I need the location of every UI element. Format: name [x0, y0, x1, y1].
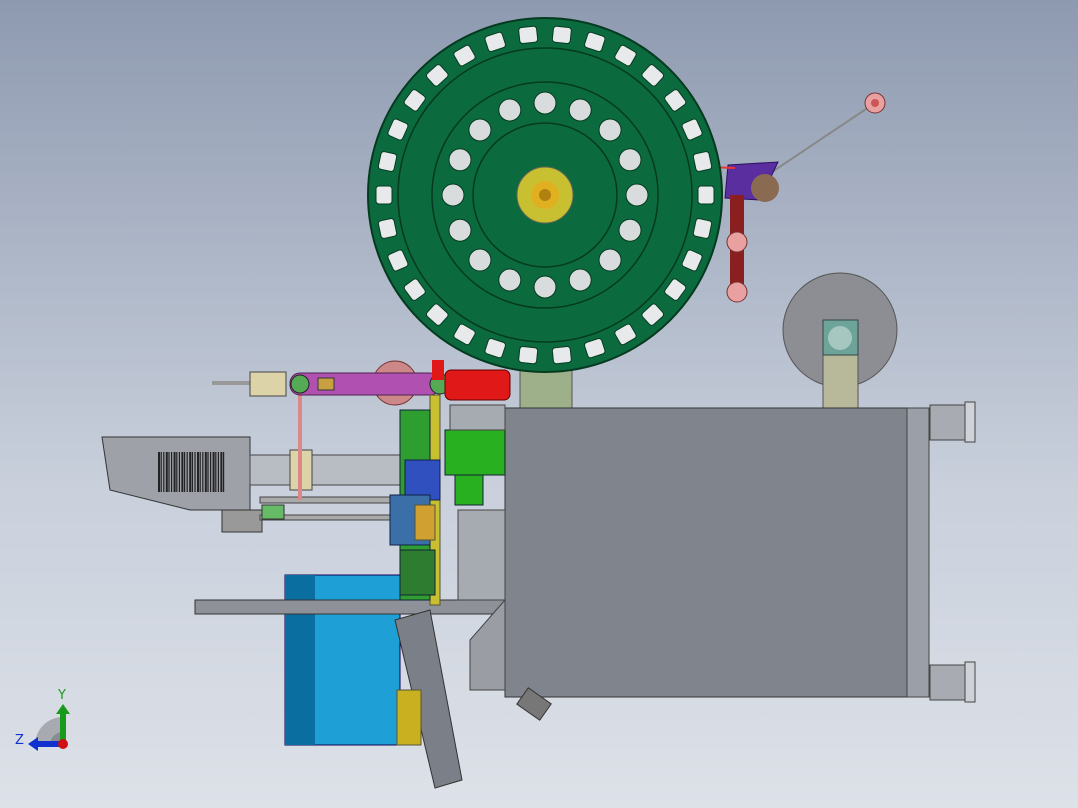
- barcode-bar: [204, 452, 207, 492]
- wheel-slot: [697, 185, 715, 205]
- barcode-bar: [186, 452, 188, 492]
- material-wheel: [367, 17, 723, 411]
- wheel-slot: [375, 185, 393, 205]
- barcode-bar: [160, 452, 162, 492]
- barcode-bar: [171, 452, 173, 492]
- barcode-bar: [197, 452, 199, 492]
- wheel-hole: [618, 218, 642, 242]
- barcode-bar: [189, 452, 192, 492]
- barcode-bar: [163, 452, 165, 492]
- barcode-bar: [194, 452, 196, 492]
- barcode-bar: [178, 452, 180, 492]
- wheel-hole: [533, 275, 557, 299]
- barcode-bar: [217, 452, 219, 492]
- barcode-bar: [173, 452, 176, 492]
- barcode-bar: [215, 452, 217, 492]
- wheel-hole: [618, 148, 642, 172]
- wheel-slot: [518, 25, 539, 44]
- barcode-bar: [220, 452, 223, 492]
- wheel-hole: [598, 248, 622, 272]
- wheel-slot: [551, 346, 572, 365]
- barcode-bar: [158, 452, 160, 492]
- wheel-slot: [692, 151, 713, 172]
- wheel-hole: [598, 118, 622, 142]
- axis-z-label: Z: [15, 733, 24, 748]
- barcode-bar: [202, 452, 204, 492]
- wheel-hole: [498, 98, 522, 122]
- barcode-bar: [176, 452, 178, 492]
- small-reel: [782, 272, 898, 409]
- barcode-bar: [181, 452, 184, 492]
- barcode-bar: [207, 452, 209, 492]
- barcode-bar: [212, 452, 215, 492]
- wheel-hole: [468, 248, 492, 272]
- wheel-slot: [692, 218, 713, 239]
- axis-y-label: Y: [57, 688, 66, 703]
- wheel-slot: [377, 151, 398, 172]
- wheel-slot: [518, 346, 539, 365]
- barcode-bar: [223, 452, 225, 492]
- wheel-hole: [448, 148, 472, 172]
- barcode-bar: [168, 452, 170, 492]
- wheel-slot: [377, 218, 398, 239]
- barcode-bar: [191, 452, 193, 492]
- barcode-bar: [199, 452, 201, 492]
- barcode-bar: [184, 452, 186, 492]
- wheel-hole: [568, 268, 592, 292]
- wheel-slot: [551, 25, 572, 44]
- wheel-hole: [533, 91, 557, 115]
- cad-viewport[interactable]: Y Z: [0, 0, 1078, 808]
- main-frame: [504, 401, 976, 703]
- barcode-bar: [210, 452, 212, 492]
- barcode-bar: [165, 452, 168, 492]
- wheel-hole: [441, 183, 465, 207]
- feeder-mechanism: [101, 360, 552, 789]
- wheel-hole: [448, 218, 472, 242]
- wheel-hole: [625, 183, 649, 207]
- wheel-hole: [568, 98, 592, 122]
- axis-triad: Y Z: [15, 688, 70, 751]
- wheel-hole: [498, 268, 522, 292]
- wheel-hole: [468, 118, 492, 142]
